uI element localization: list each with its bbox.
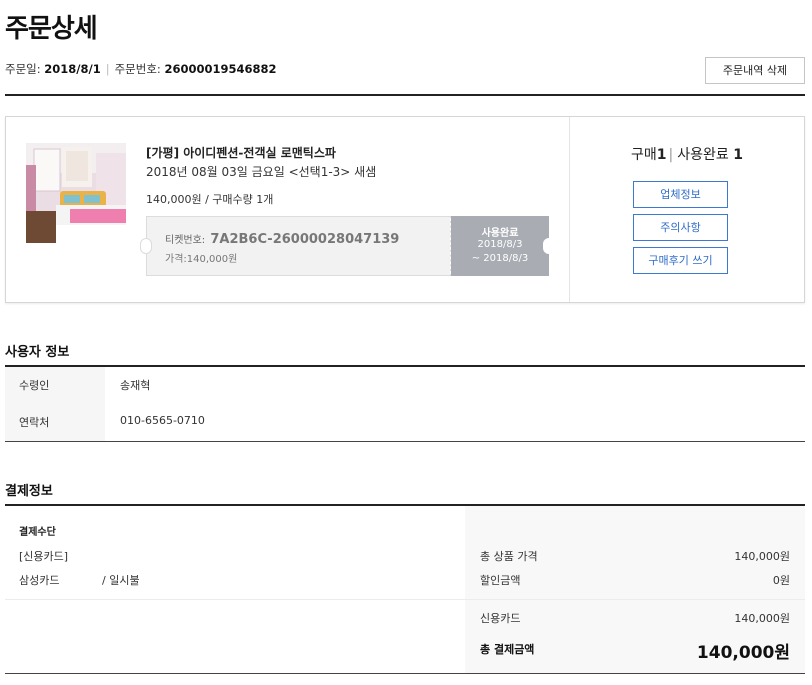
total-goods-value: 140,000원 bbox=[734, 550, 790, 563]
write-review-button[interactable]: 구매후기 쓰기 bbox=[633, 247, 728, 274]
page-title: 주문상세 bbox=[5, 14, 98, 44]
discount-value: 0원 bbox=[772, 574, 790, 587]
payment-method-type: [신용카드] bbox=[19, 550, 69, 563]
user-info-top-rule bbox=[5, 365, 805, 367]
product-option: 2018년 08월 03일 금요일 <선택1-3> 새샘 bbox=[146, 165, 377, 179]
summary-separator: | bbox=[668, 147, 674, 163]
ticket-notch-right bbox=[543, 238, 555, 254]
order-date: 2018/8/1 bbox=[44, 62, 101, 76]
recipient-label: 수령인 bbox=[19, 379, 50, 392]
used-count: 1 bbox=[733, 147, 743, 163]
ticket-price: 가격:140,000원 bbox=[165, 254, 238, 265]
order-number: 26000019546882 bbox=[164, 62, 277, 76]
contact-value: 010-6565-0710 bbox=[120, 414, 205, 427]
purchase-count: 1 bbox=[656, 147, 667, 163]
ticket-number: 7A2B6C-26000028047139 bbox=[210, 232, 400, 247]
ticket-number-label: 티켓번호: bbox=[165, 235, 206, 246]
credit-card-value: 140,000원 bbox=[734, 612, 790, 625]
total-goods-label: 총 상품 가격 bbox=[480, 550, 538, 563]
ticket-number-line: 티켓번호: 7A2B6C-26000028047139 bbox=[165, 231, 399, 247]
ticket-notch-left bbox=[140, 238, 152, 254]
purchase-summary: 구매1 | 사용완료 1 bbox=[569, 144, 805, 164]
payment-method-title: 결제수단 bbox=[19, 527, 56, 538]
ticket-status-stub: 사용완료 2018/8/3 ~ 2018/8/3 bbox=[451, 216, 549, 276]
contact-label: 연락처 bbox=[19, 416, 50, 429]
payment-bottom-rule bbox=[5, 673, 805, 674]
used-label: 사용완료 bbox=[677, 147, 729, 163]
ticket-valid-to: ~ 2018/8/3 bbox=[471, 253, 529, 264]
product-name[interactable]: [가평] 아이디펜션-전객실 로맨틱스파 bbox=[146, 144, 336, 161]
ticket-status: 사용완료 bbox=[481, 228, 519, 239]
ticket-valid-from: 2018/8/3 bbox=[477, 239, 523, 250]
discount-label: 할인금액 bbox=[480, 574, 521, 587]
recipient-value: 송재혁 bbox=[120, 379, 151, 392]
notice-button[interactable]: 주의사항 bbox=[633, 214, 728, 241]
card-name: 삼성카드 bbox=[19, 574, 60, 587]
purchase-label: 구매 bbox=[631, 147, 657, 163]
installment: / 일시불 bbox=[102, 574, 140, 587]
product-price-qty: 140,000원 / 구매수량 1개 bbox=[146, 193, 274, 206]
ticket-perforation bbox=[450, 218, 451, 274]
order-date-label: 주문일: bbox=[5, 62, 41, 76]
order-no-label: 주문번호: bbox=[114, 62, 161, 76]
order-meta: 주문일: 2018/8/1 | 주문번호: 26000019546882 bbox=[5, 61, 276, 77]
payment-info-title: 결제정보 bbox=[5, 484, 53, 499]
total-payment-value: 140,000원 bbox=[696, 643, 790, 663]
vendor-info-button[interactable]: 업체정보 bbox=[633, 181, 728, 208]
user-info-bottom-rule bbox=[5, 441, 805, 442]
meta-separator: | bbox=[105, 62, 110, 76]
total-payment-label: 총 결제금액 bbox=[480, 643, 535, 656]
header-divider bbox=[5, 94, 805, 96]
payment-divider bbox=[5, 599, 805, 600]
ticket: 티켓번호: 7A2B6C-26000028047139 가격:140,000원 … bbox=[140, 216, 555, 276]
delete-order-button[interactable]: 주문내역 삭제 bbox=[705, 57, 805, 84]
product-thumbnail[interactable] bbox=[26, 143, 126, 243]
credit-card-label: 신용카드 bbox=[480, 612, 521, 625]
user-info-title: 사용자 정보 bbox=[5, 345, 70, 360]
room-photo-icon bbox=[26, 143, 126, 243]
ticket-body: 티켓번호: 7A2B6C-26000028047139 가격:140,000원 bbox=[146, 216, 451, 276]
